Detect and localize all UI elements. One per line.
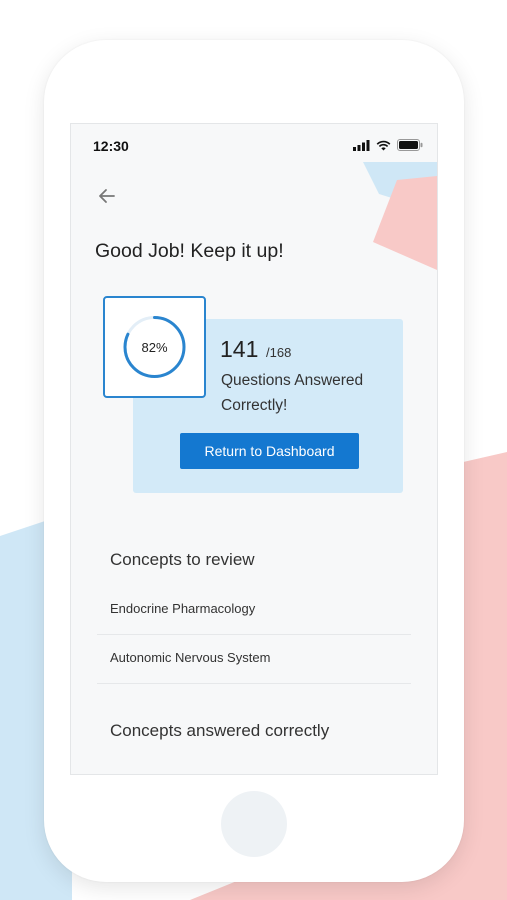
status-icons — [353, 139, 423, 151]
divider — [97, 683, 411, 684]
concepts-answered-correctly-heading: Concepts answered correctly — [110, 721, 330, 740]
concepts-to-review-heading: Concepts to review — [110, 550, 255, 569]
return-to-dashboard-button[interactable]: Return to Dashboard — [180, 433, 359, 469]
battery-icon — [397, 139, 423, 151]
home-button[interactable] — [221, 791, 287, 857]
review-item-autonomic-nervous-system[interactable]: Autonomic Nervous System — [110, 650, 270, 665]
back-arrow-icon[interactable] — [95, 184, 119, 208]
status-time: 12:30 — [93, 138, 129, 154]
score-percent: 82% — [141, 339, 168, 355]
page-title: Good Job! Keep it up! — [95, 240, 284, 262]
total-count: /168 — [266, 345, 292, 360]
wifi-icon — [376, 140, 391, 150]
review-item-endocrine-pharmacology[interactable]: Endocrine Pharmacology — [110, 601, 255, 616]
answered-caption: Questions Answered Correctly! — [221, 372, 364, 414]
correct-count: 141 — [220, 336, 259, 362]
score-box: 82% — [103, 296, 206, 398]
signal-icon — [353, 139, 370, 151]
app-screen: 12:30 Good Job! Keep it up! 82% 141 /168… — [70, 123, 438, 775]
status-bar: 12:30 — [71, 124, 437, 168]
divider — [97, 634, 411, 635]
